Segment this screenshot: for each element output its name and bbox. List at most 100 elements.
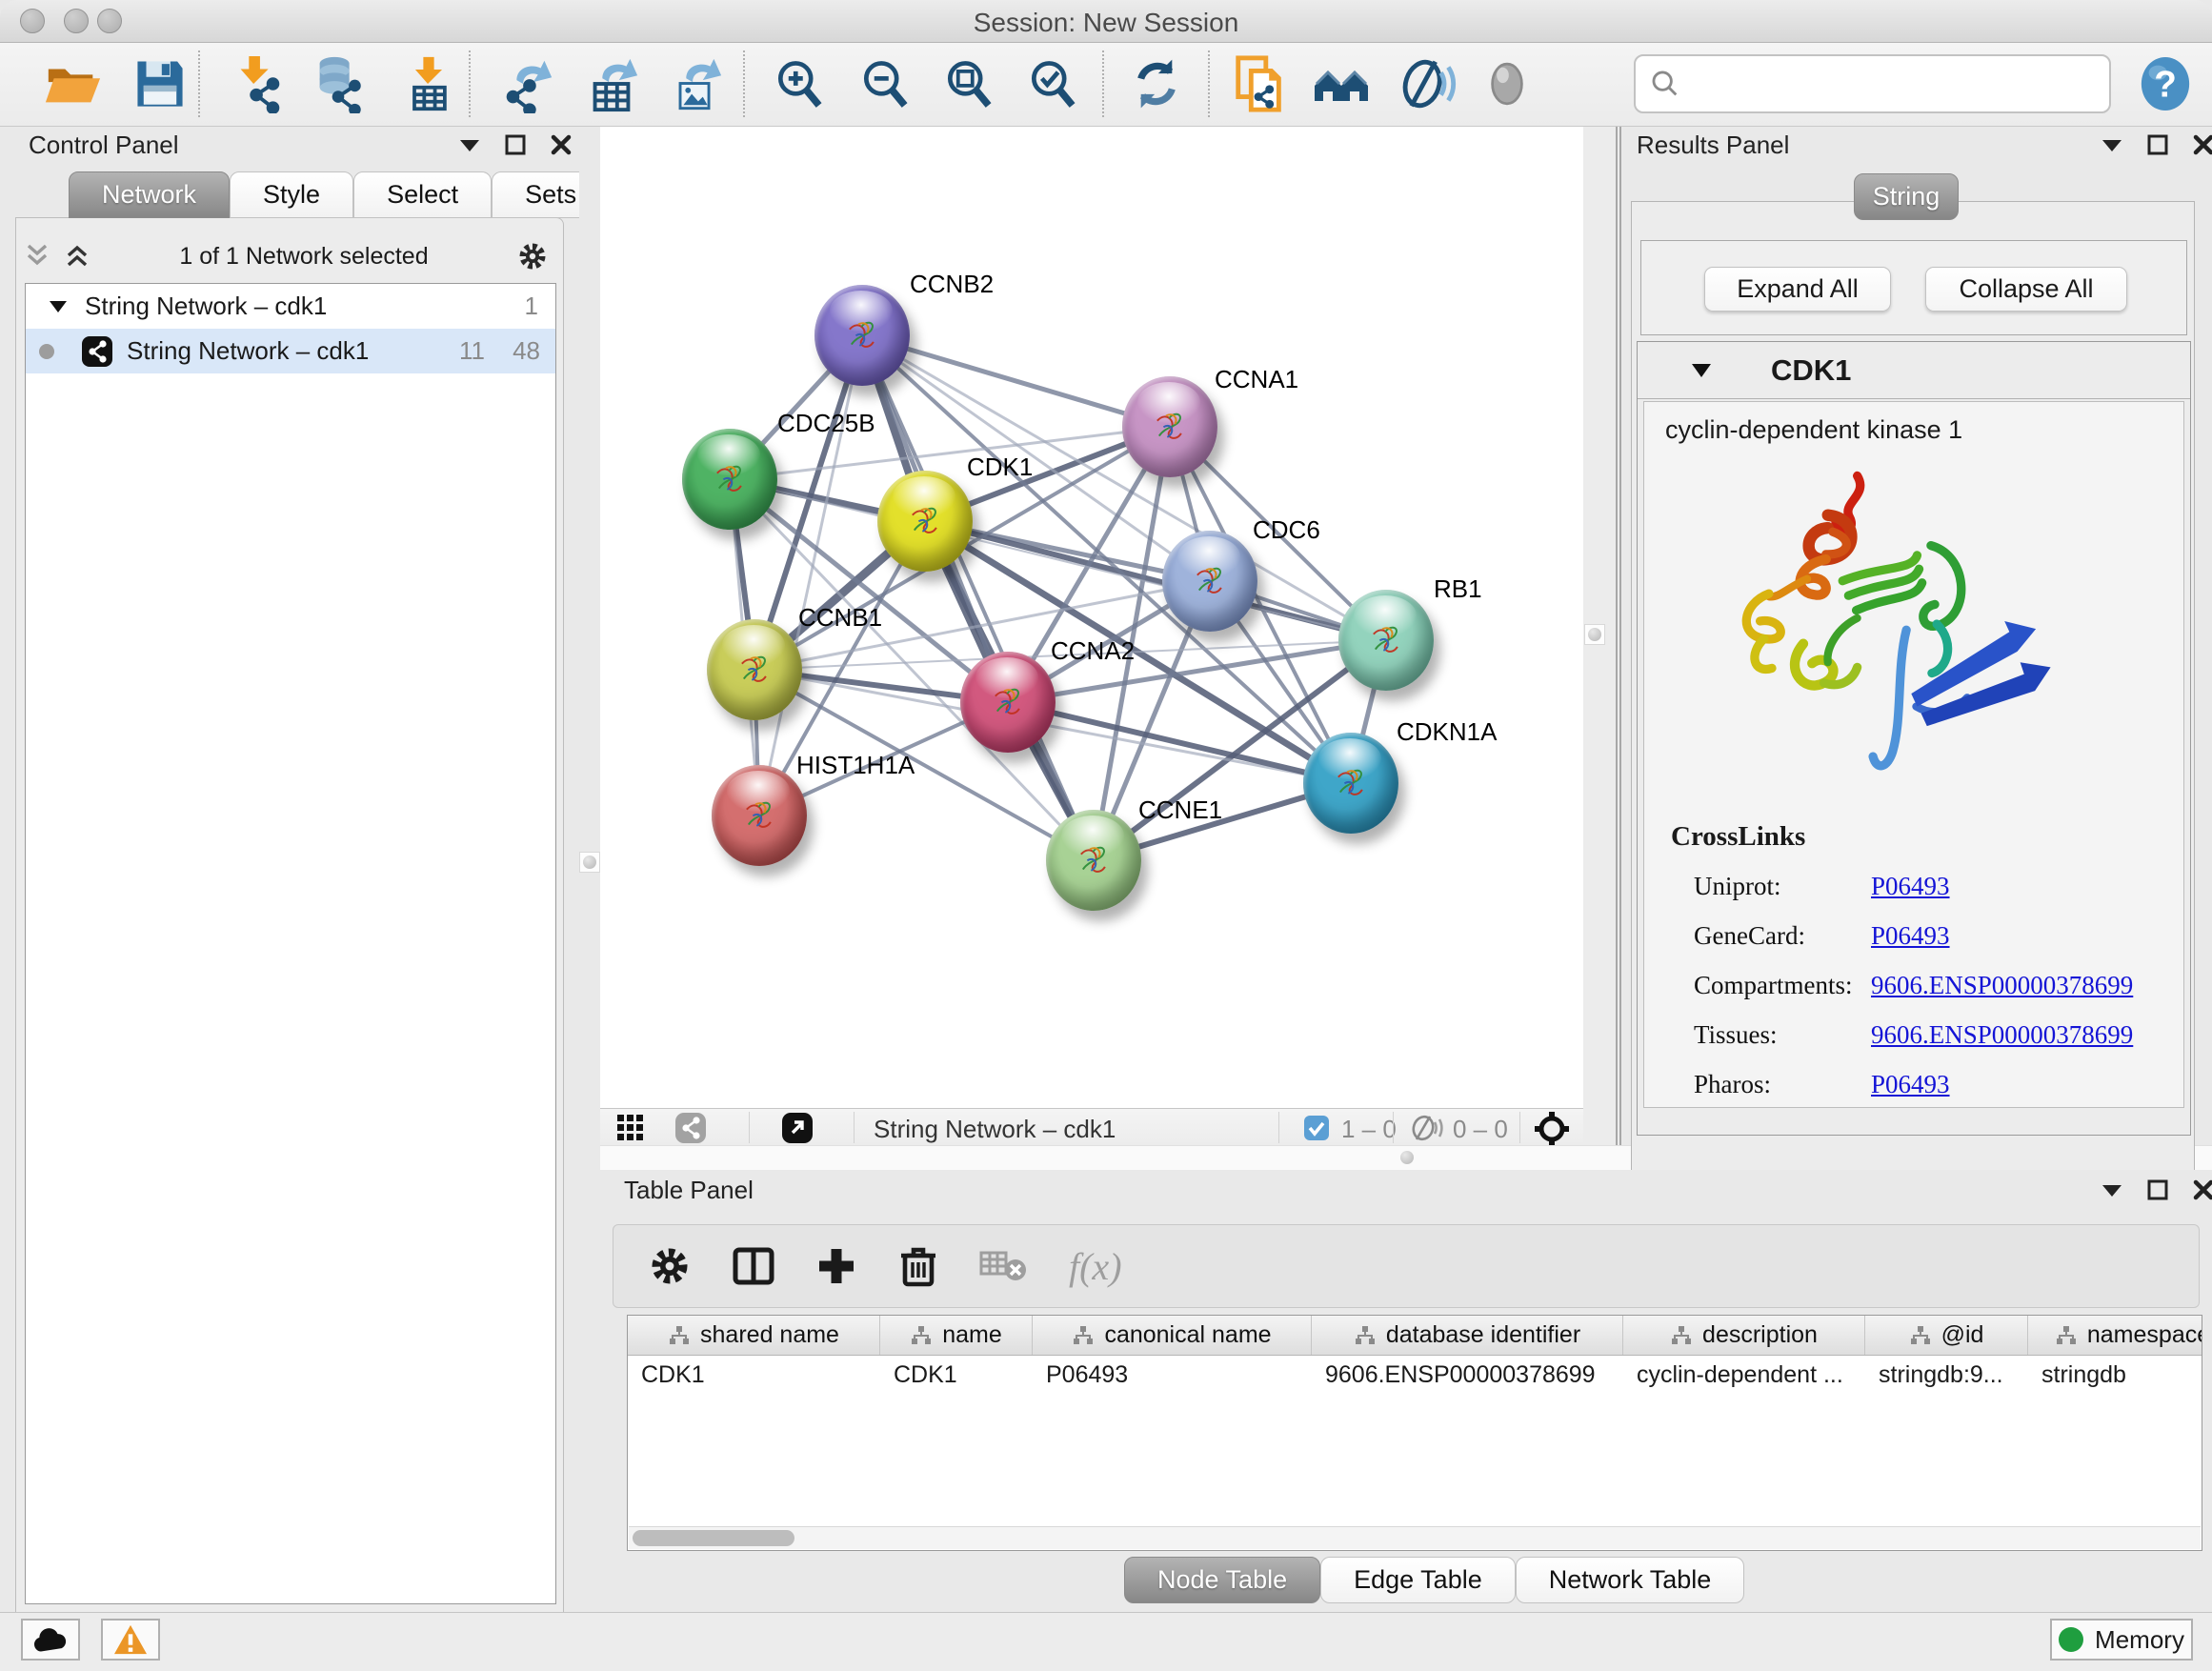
- table-options-gear-icon[interactable]: [648, 1244, 692, 1288]
- delete-column-icon[interactable]: [897, 1244, 939, 1288]
- splitter-handle[interactable]: [579, 852, 600, 873]
- crosslink-link[interactable]: P06493: [1871, 872, 1950, 901]
- expand-all-button[interactable]: Expand All: [1704, 267, 1891, 312]
- network-node-hist1h1a[interactable]: [712, 765, 807, 866]
- tab-string[interactable]: String: [1854, 173, 1959, 220]
- network-node-ccnb1[interactable]: [707, 619, 802, 720]
- save-session-button[interactable]: [129, 52, 191, 115]
- tab-network-table[interactable]: Network Table: [1516, 1557, 1745, 1603]
- maximize-panel-icon[interactable]: [2147, 134, 2168, 155]
- tab-network[interactable]: Network: [69, 171, 230, 218]
- zoom-selected-button[interactable]: [1021, 52, 1084, 115]
- open-in-window-button[interactable]: [781, 1112, 814, 1149]
- right-panel-splitter[interactable]: [1583, 127, 1621, 1145]
- expand-all-icon[interactable]: [63, 244, 91, 269]
- export-network-button[interactable]: [496, 52, 559, 115]
- delete-table-icon[interactable]: [979, 1247, 1029, 1285]
- zoom-fit-button[interactable]: [937, 52, 1000, 115]
- network-node-cdkn1a[interactable]: [1303, 733, 1398, 834]
- refresh-network-button[interactable]: [1125, 52, 1188, 115]
- warnings-button[interactable]: [101, 1619, 160, 1661]
- cloud-status-button[interactable]: [21, 1619, 80, 1661]
- scrollbar-thumb[interactable]: [633, 1530, 794, 1546]
- column-header-description[interactable]: description: [1623, 1316, 1865, 1355]
- zoom-out-button[interactable]: [854, 52, 916, 115]
- selected-nodes-checkbox[interactable]: [1303, 1115, 1330, 1146]
- column-header-canonical-name[interactable]: canonical name: [1033, 1316, 1312, 1355]
- network-node-cdk1[interactable]: [877, 471, 973, 572]
- column-header-shared-name[interactable]: shared name: [628, 1316, 880, 1355]
- network-edge[interactable]: [1008, 702, 1351, 783]
- table-cell[interactable]: CDK1: [628, 1356, 880, 1394]
- help-button[interactable]: ?: [2134, 52, 2197, 115]
- maximize-panel-icon[interactable]: [2147, 1179, 2168, 1200]
- network-node-ccna2[interactable]: [960, 652, 1056, 753]
- float-panel-icon[interactable]: [2101, 137, 2122, 152]
- network-node-rb1[interactable]: [1338, 590, 1434, 691]
- float-panel-icon[interactable]: [2101, 1182, 2122, 1198]
- crosslink-link[interactable]: 9606.ENSP00000378699: [1871, 1020, 2133, 1050]
- hide-graphics-details-button[interactable]: [1397, 52, 1459, 115]
- function-builder-button[interactable]: f(x): [1069, 1244, 1122, 1289]
- network-edge[interactable]: [862, 335, 1094, 860]
- splitter-handle[interactable]: [1584, 624, 1605, 645]
- network-node-ccna1[interactable]: [1122, 376, 1217, 477]
- network-node-cdc25b[interactable]: [682, 429, 777, 530]
- horizontal-scrollbar[interactable]: [629, 1526, 2201, 1549]
- column-header--id[interactable]: @id: [1865, 1316, 2028, 1355]
- show-column-icon[interactable]: [732, 1244, 775, 1288]
- float-panel-icon[interactable]: [459, 137, 480, 152]
- tab-node-table[interactable]: Node Table: [1124, 1557, 1320, 1603]
- node-table[interactable]: shared namenamecanonical namedatabase id…: [627, 1315, 2202, 1551]
- left-panel-splitter[interactable]: [579, 127, 600, 1612]
- table-row[interactable]: CDK1CDK1P064939606.ENSP00000378699cyclin…: [628, 1356, 2202, 1394]
- memory-button[interactable]: Memory: [2050, 1619, 2193, 1661]
- import-network-from-database-button[interactable]: [307, 52, 370, 115]
- collapse-all-icon[interactable]: [23, 244, 51, 269]
- network-node-cdc6[interactable]: [1162, 531, 1257, 632]
- table-cell[interactable]: stringdb:9...: [1865, 1356, 2028, 1394]
- table-cell[interactable]: P06493: [1033, 1356, 1312, 1394]
- network-options-gear-icon[interactable]: [516, 240, 549, 272]
- collection-expand-icon[interactable]: [49, 299, 68, 313]
- table-cell[interactable]: stringdb: [2028, 1356, 2202, 1394]
- collapse-all-button[interactable]: Collapse All: [1925, 267, 2127, 312]
- crosslink-link[interactable]: 9606.ENSP00000378699: [1871, 971, 2133, 1000]
- import-table-button[interactable]: [397, 52, 460, 115]
- tab-style[interactable]: Style: [230, 171, 353, 218]
- tab-edge-table[interactable]: Edge Table: [1320, 1557, 1516, 1603]
- close-panel-icon[interactable]: [2193, 134, 2212, 155]
- network-row-selected[interactable]: String Network – cdk1 11 48: [26, 329, 555, 373]
- open-file-button[interactable]: [41, 52, 104, 115]
- column-header-database-identifier[interactable]: database identifier: [1312, 1316, 1623, 1355]
- close-panel-icon[interactable]: [2193, 1179, 2212, 1200]
- column-header-namespace[interactable]: namespace: [2028, 1316, 2202, 1355]
- hidden-elements-button[interactable]: [1410, 1115, 1444, 1146]
- show-grid-button[interactable]: [616, 1114, 645, 1147]
- table-cell[interactable]: CDK1: [880, 1356, 1033, 1394]
- search-input[interactable]: [1634, 54, 2111, 113]
- tab-select[interactable]: Select: [353, 171, 492, 218]
- create-column-icon[interactable]: [815, 1245, 857, 1287]
- zoom-in-button[interactable]: [768, 52, 831, 115]
- import-network-button[interactable]: [227, 52, 290, 115]
- network-canvas[interactable]: CCNB2CCNA1CDC25BCDK1CDC6RB1CCNB1CCNA2CDK…: [600, 127, 1583, 1108]
- gene-card-header[interactable]: CDK1: [1638, 342, 2190, 399]
- show-graphics-details-button[interactable]: [1476, 52, 1538, 115]
- export-image-button[interactable]: [664, 52, 727, 115]
- collapse-section-icon[interactable]: [1691, 362, 1712, 378]
- export-table-button[interactable]: [580, 52, 643, 115]
- crosslink-link[interactable]: P06493: [1871, 1070, 1950, 1099]
- crosslink-link[interactable]: P06493: [1871, 921, 1950, 951]
- network-birdseye-button[interactable]: [674, 1112, 707, 1149]
- network-collection-row[interactable]: String Network – cdk1 1: [26, 284, 555, 329]
- clone-network-button[interactable]: [1229, 52, 1292, 115]
- maximize-panel-icon[interactable]: [505, 134, 526, 155]
- table-cell[interactable]: 9606.ENSP00000378699: [1312, 1356, 1623, 1394]
- column-header-name[interactable]: name: [880, 1316, 1033, 1355]
- birds-eye-view-button[interactable]: [1310, 52, 1373, 115]
- network-node-ccnb2[interactable]: [814, 285, 910, 386]
- network-node-ccne1[interactable]: [1046, 810, 1141, 911]
- table-cell[interactable]: cyclin-dependent ...: [1623, 1356, 1865, 1394]
- close-panel-icon[interactable]: [551, 134, 572, 155]
